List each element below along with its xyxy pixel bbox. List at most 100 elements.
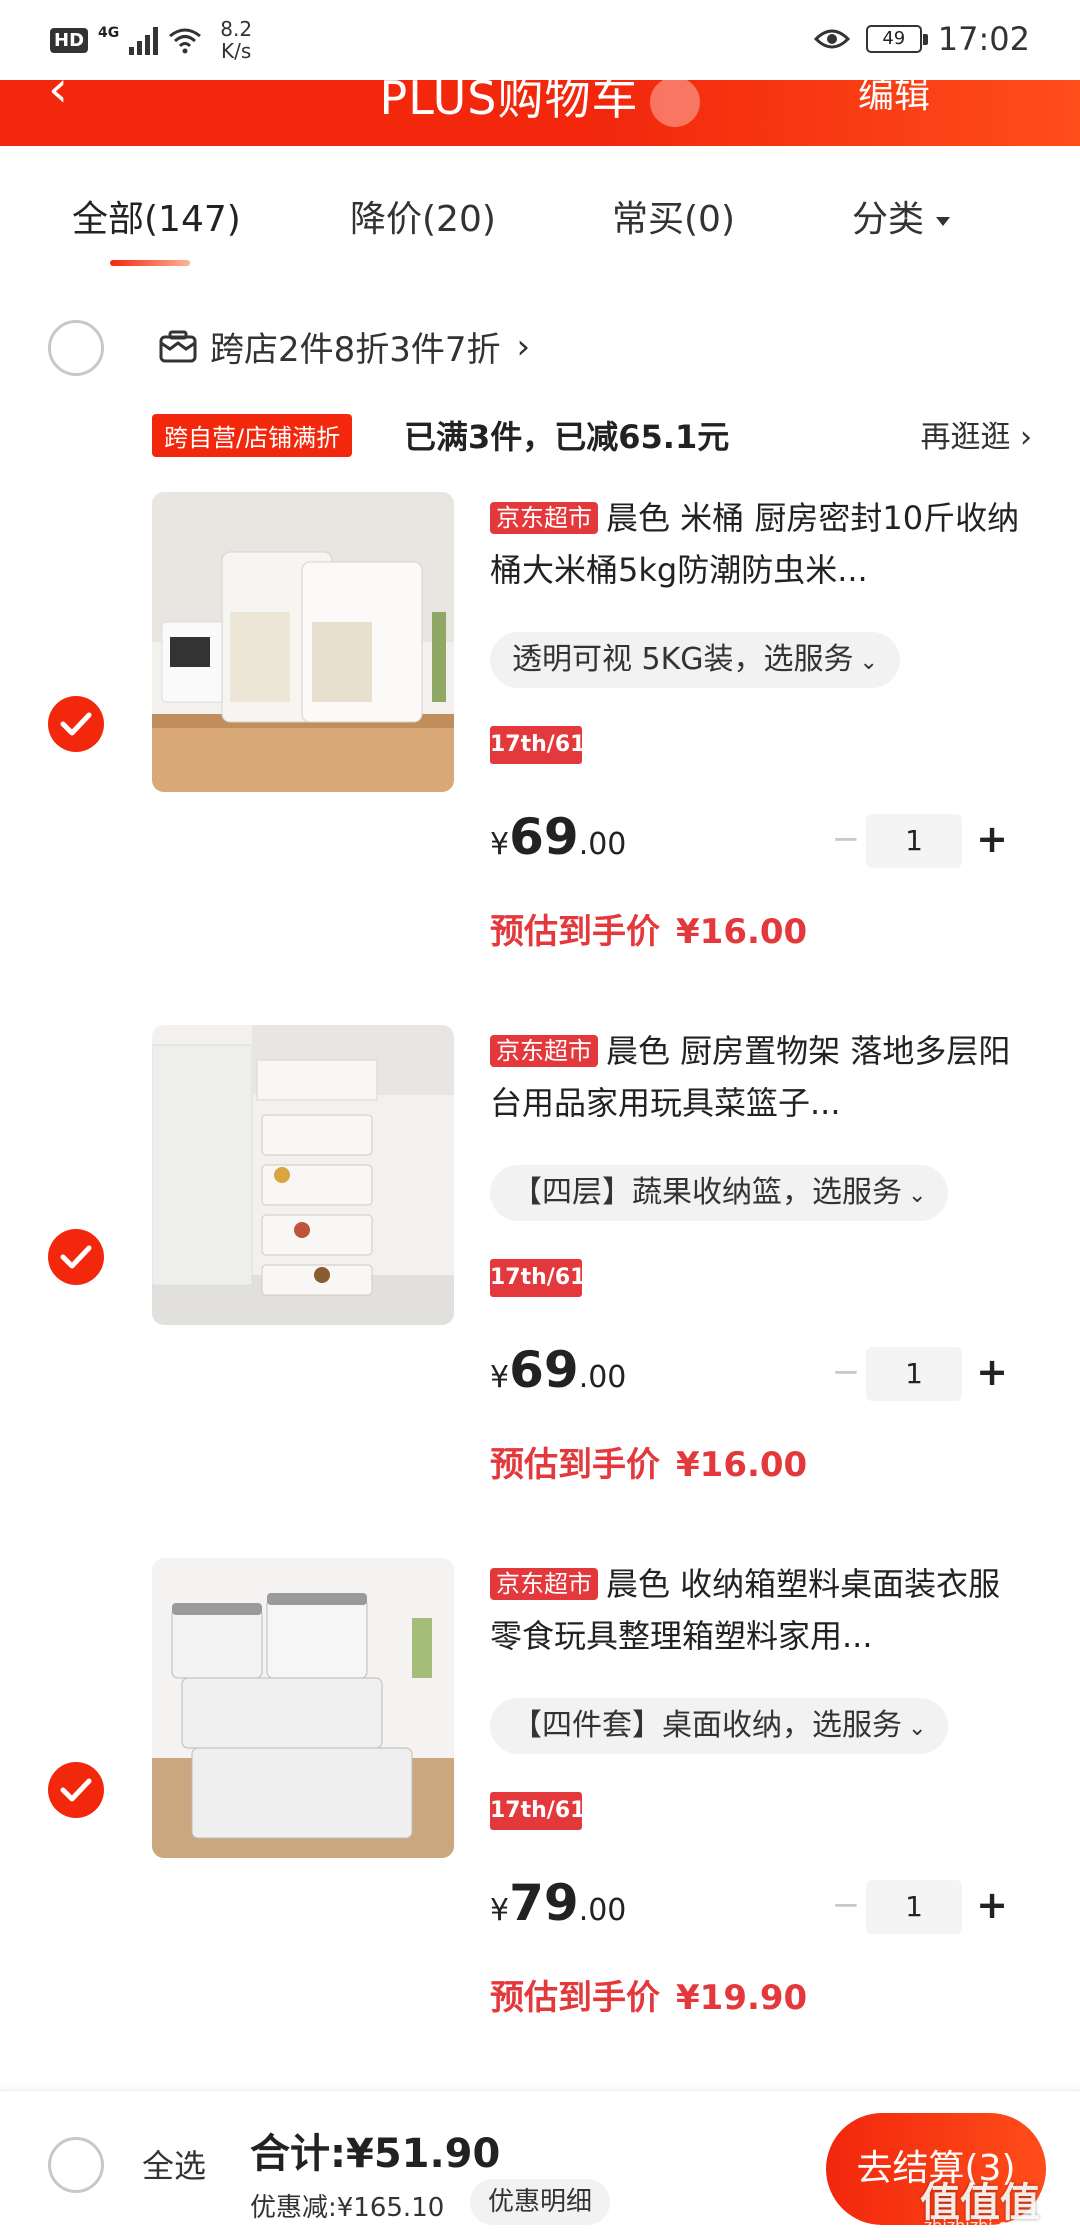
clock: 17:02 (937, 20, 1030, 58)
tab-price-drop[interactable]: 降价(20) (350, 190, 496, 242)
store-group-header[interactable]: 跨店2件8折3件7折 › (158, 322, 530, 371)
status-left: HD 4G 8.2 K/s (50, 18, 252, 62)
chevron-down-icon: ⌄ (908, 1183, 927, 1208)
network-type: 4G (98, 25, 120, 41)
product-price: ¥69.00 (490, 808, 626, 866)
est-label: 预估到手价 (490, 912, 660, 952)
total-price: 合计:¥51.90 (250, 2131, 501, 2177)
product-title[interactable]: 京东超市 晨色 收纳箱塑料桌面装衣服零食玩具整理箱塑料家用... (490, 1558, 1030, 1662)
eye-icon (813, 29, 850, 49)
price-decimal: .00 (578, 1360, 627, 1395)
cart-item: 京东超市 晨色 收纳箱塑料桌面装衣服零食玩具整理箱塑料家用... 【四件套】桌面收… (0, 1558, 1080, 2088)
status-bar: HD 4G 8.2 K/s 49 17:02 (0, 0, 1080, 80)
tab-frequent[interactable]: 常买(0) (612, 190, 735, 242)
price-symbol: ¥ (490, 827, 510, 862)
est-label: 预估到手价 (490, 1978, 660, 2018)
price-integer: 69 (509, 1341, 579, 1399)
price-symbol: ¥ (490, 1360, 510, 1395)
product-image-storage-box[interactable] (152, 1558, 454, 1858)
shop-icon (159, 330, 197, 362)
watermark-url: zhizhizhi.com (923, 2216, 1032, 2235)
product-image-shelf[interactable] (152, 1025, 454, 1325)
spec-label: 【四层】蔬果收纳篮，选服务 (512, 1175, 902, 1210)
est-label: 预估到手价 (490, 1445, 660, 1485)
promo-tag: 跨自营/店铺满折 (152, 414, 353, 457)
price-decimal: .00 (578, 1893, 627, 1928)
estimated-price: 预估到手价 ¥16.00 (490, 1437, 807, 1486)
signal-icon (129, 25, 159, 55)
store-group-label: 跨店2件8折3件7折 (210, 330, 501, 370)
promo-text: 已满3件，已减65.1元 (404, 418, 730, 456)
price-integer: 79 (509, 1874, 579, 1932)
shop-tag: 京东超市 (490, 1035, 598, 1067)
quantity-input[interactable]: 1 (866, 1880, 962, 1934)
wifi-icon (169, 28, 202, 54)
page-title-text: PLUS购物车 (379, 80, 639, 125)
shop-tag: 京东超市 (490, 1568, 598, 1600)
cart-header: ‹ PLUS购物车 编辑 (0, 80, 1080, 146)
spec-selector[interactable]: 透明可视 5KG装，选服务 ⌄ (490, 632, 900, 688)
increase-button[interactable]: + (972, 1347, 1012, 1401)
shop-tag: 京东超市 (490, 502, 598, 534)
discount-amount: 优惠减:¥165.10 (250, 2193, 445, 2223)
increase-button[interactable]: + (972, 814, 1012, 868)
cart-item: 京东超市 晨色 米桶 厨房密封10斤收纳桶大米桶5kg防潮防虫米... 透明可视 … (0, 492, 1080, 1022)
spec-label: 透明可视 5KG装，选服务 (512, 642, 854, 677)
quantity-input[interactable]: 1 (866, 814, 962, 868)
network-speed: 8.2 K/s (220, 18, 252, 62)
spec-label: 【四件套】桌面收纳，选服务 (512, 1708, 902, 1743)
spec-selector[interactable]: 【四件套】桌面收纳，选服务 ⌄ (490, 1698, 949, 1754)
caret-down-icon (936, 216, 951, 226)
product-price: ¥79.00 (490, 1874, 626, 1932)
active-tab-indicator (110, 260, 190, 266)
estimated-price: 预估到手价 ¥16.00 (490, 904, 807, 953)
hd-indicator: HD (50, 27, 89, 53)
618-badge: 17th/618 (490, 726, 601, 764)
discount-detail-button[interactable]: 优惠明细 (470, 2179, 611, 2225)
decrease-button[interactable]: − (826, 1347, 866, 1401)
618-badge: 17th/618 (490, 1259, 601, 1297)
price-symbol: ¥ (490, 1893, 510, 1928)
chevron-down-icon: ⌄ (908, 1716, 927, 1741)
promo-row: 跨自营/店铺满折 已满3件，已减65.1元 再逛逛 › (152, 412, 1032, 457)
cart-tabs: 全部(147) 降价(20) 常买(0) 分类 (0, 190, 1080, 270)
quantity-stepper: − 1 + (820, 1880, 1020, 1934)
decrease-button[interactable]: − (826, 1880, 866, 1934)
product-price: ¥69.00 (490, 1341, 626, 1399)
quantity-stepper: − 1 + (820, 1347, 1020, 1401)
product-image-rice-bucket[interactable] (152, 492, 454, 792)
browse-more-link[interactable]: 再逛逛 › (920, 412, 1032, 456)
group-checkbox[interactable] (48, 320, 104, 376)
estimated-price: 预估到手价 ¥19.90 (490, 1970, 807, 2019)
tab-category-label: 分类 (852, 199, 925, 240)
chevron-down-icon: ⌄ (859, 650, 878, 675)
select-all-label[interactable]: 全选 (142, 2141, 206, 2187)
cart-item: 京东超市 晨色 厨房置物架 落地多层阳台用品家用玩具菜篮子... 【四层】蔬果收纳… (0, 1025, 1080, 1555)
618-badge: 17th/618 (490, 1792, 601, 1830)
price-integer: 69 (509, 808, 579, 866)
est-value: ¥16.00 (676, 912, 808, 952)
quantity-input[interactable]: 1 (866, 1347, 962, 1401)
est-value: ¥19.90 (676, 1978, 808, 2018)
select-all-checkbox[interactable] (48, 2137, 104, 2193)
quantity-stepper: − 1 + (820, 814, 1020, 868)
checkout-bar: 全选 合计:¥51.90 优惠减:¥165.10 优惠明细 去结算(3) (0, 2090, 1080, 2240)
price-decimal: .00 (578, 827, 627, 862)
battery-icon: 49 (865, 25, 928, 53)
est-value: ¥16.00 (676, 1445, 808, 1485)
tab-category[interactable]: 分类 (852, 190, 951, 242)
decrease-button[interactable]: − (826, 814, 866, 868)
increase-button[interactable]: + (972, 1880, 1012, 1934)
tab-all[interactable]: 全部(147) (72, 190, 241, 242)
browse-more-label: 再逛逛 (920, 420, 1011, 455)
edit-button[interactable]: 编辑 (858, 80, 930, 118)
product-title[interactable]: 京东超市 晨色 厨房置物架 落地多层阳台用品家用玩具菜篮子... (490, 1025, 1030, 1129)
status-right: 49 17:02 (813, 20, 1030, 58)
location-icon[interactable] (650, 80, 701, 127)
chevron-right-icon: › (516, 326, 531, 367)
chevron-right-icon: › (1020, 420, 1032, 455)
spec-selector[interactable]: 【四层】蔬果收纳篮，选服务 ⌄ (490, 1165, 949, 1221)
speed-unit: K/s (221, 39, 252, 63)
speed-value: 8.2 (220, 17, 253, 41)
product-title[interactable]: 京东超市 晨色 米桶 厨房密封10斤收纳桶大米桶5kg防潮防虫米... (490, 492, 1030, 596)
